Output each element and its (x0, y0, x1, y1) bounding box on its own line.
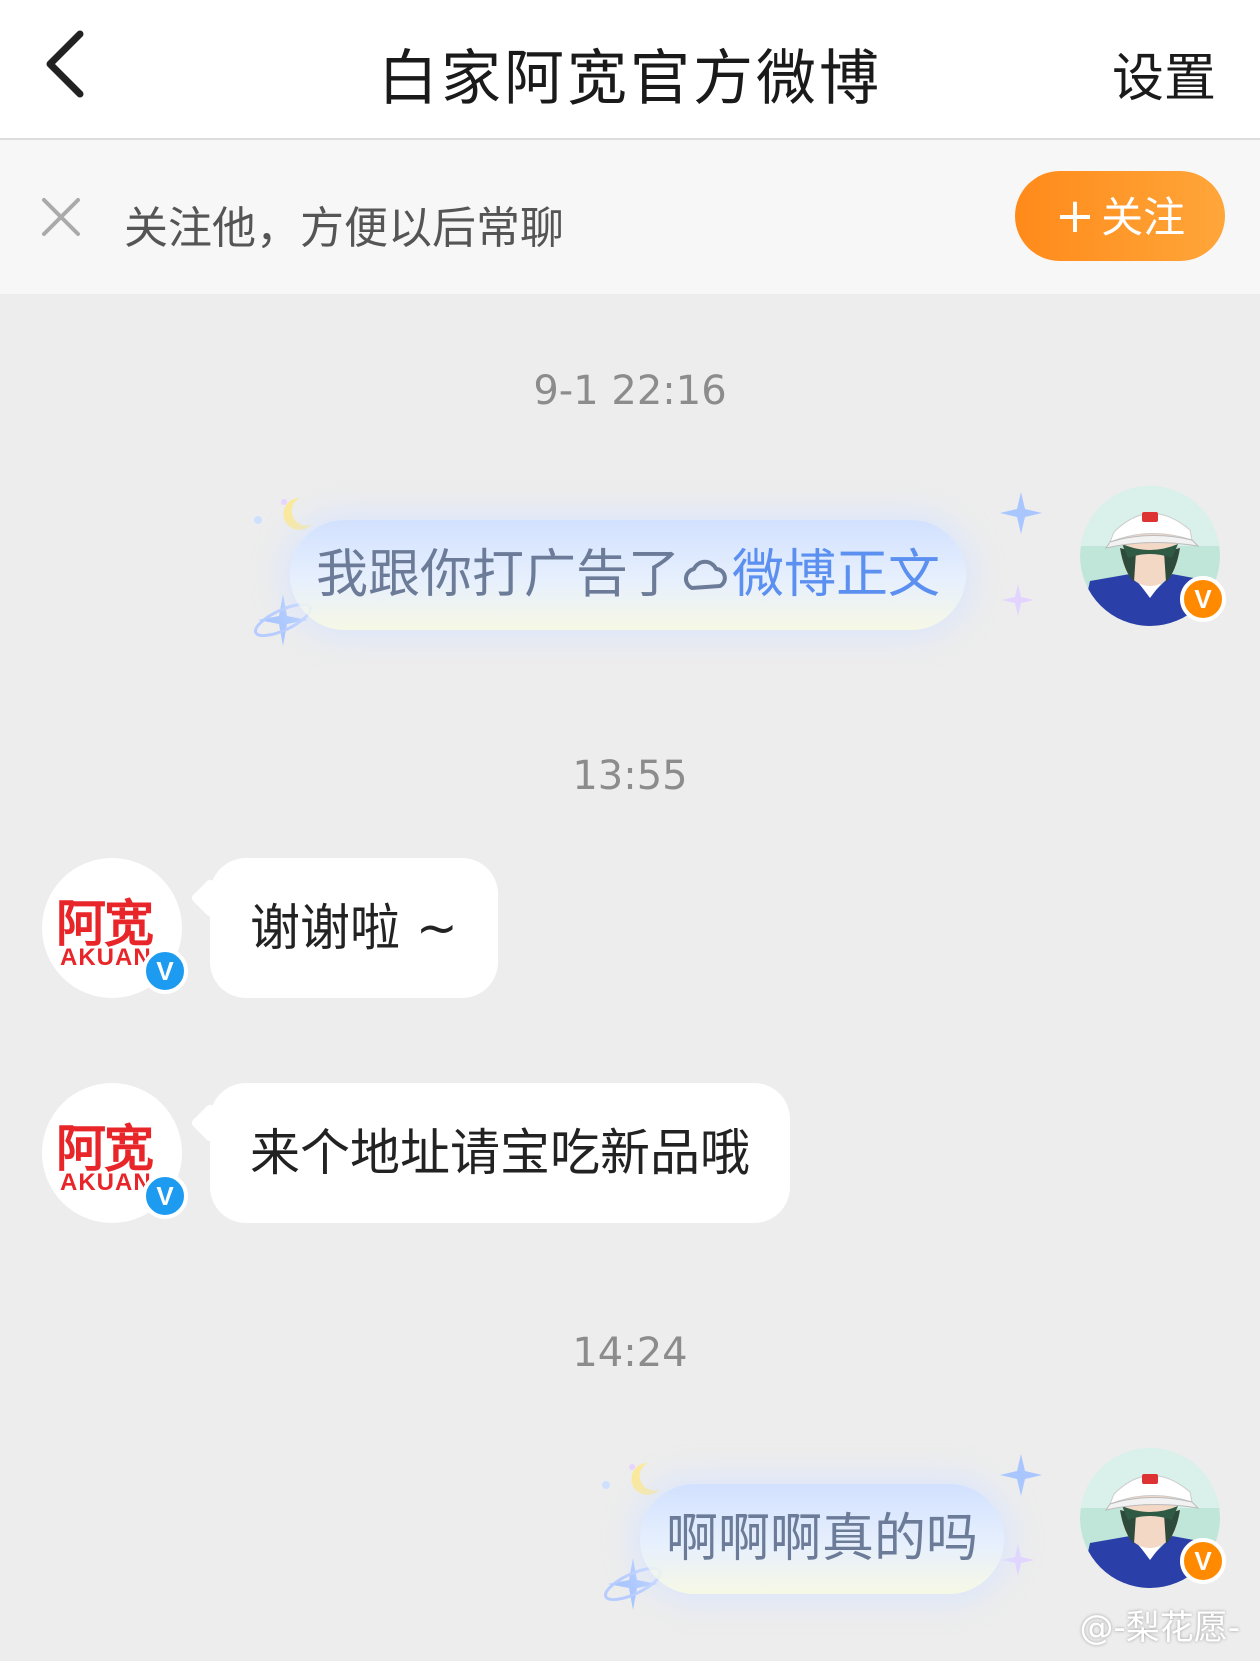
weibo-post-link[interactable]: 微博正文 (732, 545, 940, 605)
message-text: 啊啊啊真的吗 (666, 1509, 979, 1569)
verified-badge-icon: V (1180, 576, 1226, 622)
small-star-icon (1002, 584, 1034, 616)
top-nav-bar: 白家阿宽官方微博 设置 (0, 0, 1260, 140)
timestamp: 9-1 22:16 (533, 368, 727, 414)
outgoing-message-bubble[interactable]: 啊啊啊真的吗 (640, 1484, 1005, 1594)
weibo-link-icon (684, 559, 727, 590)
star-sparkle-icon (1000, 492, 1042, 534)
incoming-message-bubble[interactable]: 谢谢啦 ~ (210, 858, 498, 998)
watermark: @-梨花愿- (1079, 1608, 1240, 1648)
timestamp: 13:55 (572, 753, 688, 799)
star-sparkle-icon (1000, 1454, 1042, 1496)
my-avatar[interactable]: V (1080, 1448, 1226, 1588)
brand-avatar[interactable]: 阿宽 AKUAN V (42, 1083, 188, 1223)
message-text: 谢谢啦 ~ (250, 899, 458, 957)
follow-button[interactable]: + 关注 (1015, 171, 1225, 261)
plus-icon: + (1054, 188, 1096, 244)
message-text: 我跟你打广告了 (316, 545, 681, 605)
verified-badge-icon: V (142, 948, 188, 994)
page-title: 白家阿宽官方微博 (378, 44, 882, 114)
brand-avatar[interactable]: 阿宽 AKUAN V (42, 858, 188, 998)
follow-button-label: 关注 (1101, 193, 1186, 242)
verified-badge-icon: V (142, 1173, 188, 1219)
incoming-message-bubble[interactable]: 来个地址请宝吃新品哦 (210, 1083, 790, 1223)
follow-prompt-text: 关注他，方便以后常聊 (124, 203, 564, 254)
verified-badge-icon: V (1180, 1538, 1226, 1584)
my-avatar[interactable]: V (1080, 486, 1226, 626)
small-star-icon (1002, 1544, 1034, 1576)
settings-button[interactable]: 设置 (1112, 36, 1216, 111)
chat-page: 白家阿宽官方微博 设置 关注他，方便以后常聊 + 关注 9-1 22:16 我跟你… (0, 0, 1260, 1661)
timestamp: 14:24 (572, 1330, 688, 1376)
outgoing-message-bubble[interactable]: 我跟你打广告了 微博正文 (290, 520, 967, 630)
message-text: 来个地址请宝吃新品哦 (250, 1124, 750, 1182)
close-icon[interactable] (40, 196, 82, 238)
